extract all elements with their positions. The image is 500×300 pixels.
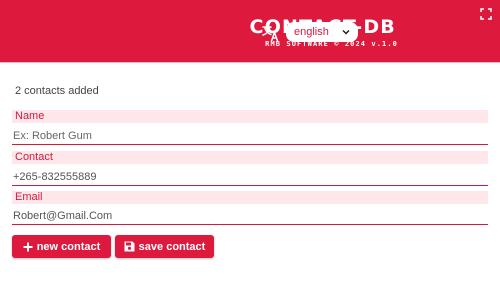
contacts-count-text: 2 contacts added: [15, 85, 99, 97]
email-label: Email: [12, 191, 488, 204]
save-contact-label: save contact: [138, 240, 206, 253]
chevron-down-icon: [342, 29, 350, 35]
save-contact-button[interactable]: save contact: [115, 235, 214, 258]
save-disk-icon: [124, 241, 135, 252]
plus-icon: [23, 242, 33, 251]
app-frame: CONTACT-DB RMB SOFTWARE © 2024 v.1.0 eng…: [0, 0, 500, 300]
name-input[interactable]: [12, 127, 488, 145]
fullscreen-icon[interactable]: [480, 8, 492, 20]
email-input[interactable]: [12, 207, 488, 225]
new-contact-button[interactable]: new contact: [12, 235, 111, 258]
name-label: Name: [12, 110, 488, 123]
new-contact-label: new contact: [36, 240, 101, 253]
contact-label: Contact: [12, 151, 488, 164]
app-header: CONTACT-DB RMB SOFTWARE © 2024 v.1.0 eng…: [0, 0, 500, 63]
contact-input[interactable]: [12, 168, 488, 186]
translate-icon[interactable]: [262, 24, 280, 42]
language-select[interactable]: english: [286, 22, 358, 42]
language-select-value: english: [294, 26, 329, 38]
